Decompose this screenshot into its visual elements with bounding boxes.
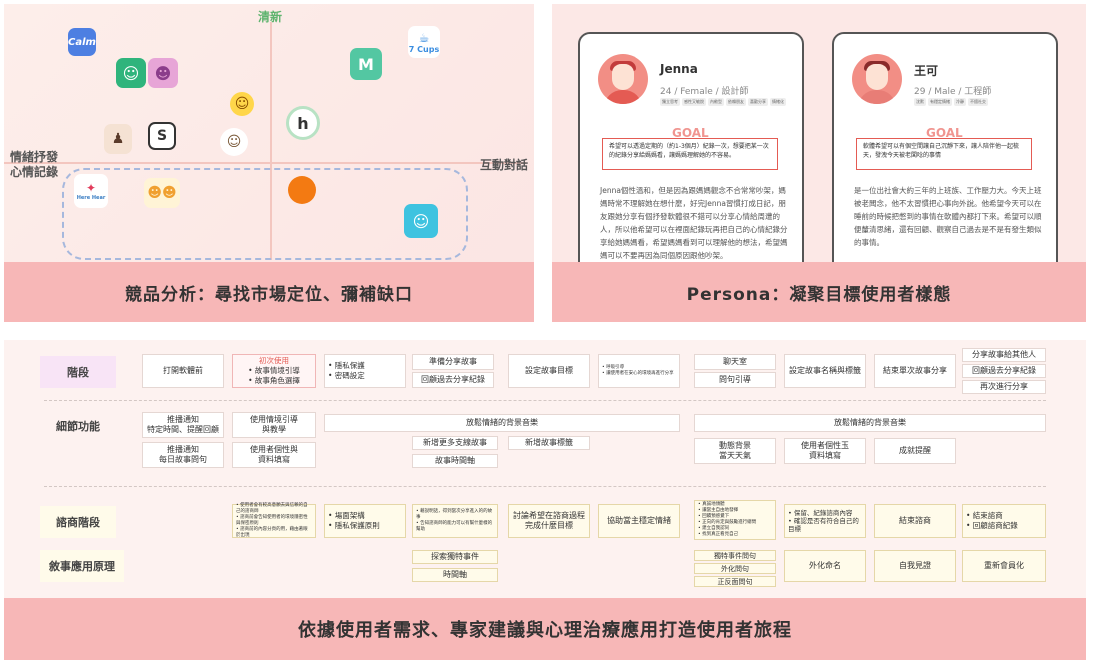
stage-questions: 問句引導 — [694, 372, 776, 388]
detail-guide-teach: 使用情境引導 與教學 — [232, 412, 316, 438]
persona-description: Jenna個性溫和，但是因為跟媽媽觀念不合常常吵架，媽媽時常不理解她在想什麼，好… — [600, 186, 788, 260]
row-label-narrative: 敘事應用原理 — [40, 550, 124, 582]
first-use-items: • 故事情境引導 • 故事角色選擇 — [248, 366, 300, 385]
persona-name: 王可 — [914, 64, 939, 78]
detail-achievement: 成就提醒 — [874, 438, 956, 464]
tag: 內斂型 — [708, 98, 724, 106]
detail-timeline: 故事時間軸 — [412, 454, 498, 468]
axis-label-top: 清新 — [258, 10, 283, 24]
consult-c2: • 場面架構 • 隱私保護原則 — [324, 504, 406, 538]
stage-chatroom: 聊天室 — [694, 354, 776, 370]
consult-c5: 協助當主穩定情緒 — [598, 504, 680, 538]
stage-guide: • 呼吸引導 • 讓使用者在安心的環境再進行分享 — [598, 354, 680, 388]
persona-tags: 沈默 有穩定情緒 冷靜 不擅社交 — [914, 98, 1050, 106]
consult-c3: • 藉說明話，得到當次分享進入的的故事 • 告知諮商師的能力可以有幫什麼樣的幫助 — [412, 504, 498, 538]
detail-more-stories: 新增更多支線故事 — [412, 436, 498, 450]
7cups-icon: ☕ 7 Cups — [408, 26, 440, 58]
persona-card-wangke: 王可 29 / Male / 工程師 沈默 有穩定情緒 冷靜 不擅社交 GOAL… — [832, 32, 1058, 292]
consult-c4: 討論希望在諮商過程完成什麼目標 — [508, 504, 590, 538]
tag: 冷靜 — [954, 98, 966, 106]
persona-meta: 24 / Female / 設計師 — [660, 87, 749, 97]
stage-set-goal: 設定故事目標 — [508, 354, 590, 388]
stage-prepare-share: 準備分享故事 — [412, 354, 494, 370]
competitor-banner: 競品分析：尋找市場定位、彌補缺口 — [4, 262, 534, 322]
divider — [44, 486, 1046, 487]
goal-text: 軟體希望可以有個空間讓自己沉靜下來，讓人陪伴他一起梳天，發洩今天被老闆唸的事情 — [856, 138, 1032, 170]
stage-first-use: 初次使用 • 故事情境引導 • 故事角色選擇 — [232, 354, 316, 388]
stage-share-others: 分享故事給其他人 — [962, 348, 1046, 362]
detail-bg-music2: 放鬆情緒的背景音樂 — [694, 414, 1046, 432]
journey-banner: 依據使用者需求、專家建議與心理治療應用打造使用者旅程 — [4, 598, 1086, 660]
narrative-self-see: 自我見證 — [874, 550, 956, 582]
tag: 沈默 — [914, 98, 926, 106]
narrative-externalize-q: 外化問句 — [694, 563, 776, 574]
narrative-re-member: 重新會員化 — [962, 550, 1046, 582]
divider — [44, 400, 1046, 401]
detail-personal-jade: 使用者個性玉 資料填寫 — [784, 438, 866, 464]
stage-name-story: 設定故事名稱與標籤 — [784, 354, 866, 388]
narrative-unique-q: 獨特事件問句 — [694, 550, 776, 561]
persona-card-jenna: Jenna 24 / Female / 設計師 獨立思考 感性又敏銳 內斂型 依… — [578, 32, 804, 292]
stage-review-share: 回顧過去分享紀錄 — [412, 372, 494, 388]
row-label-consult: 諮商階段 — [40, 506, 116, 538]
h-app-icon: h — [286, 106, 320, 140]
persona-name: Jenna — [660, 62, 698, 76]
stage-privacy: • 隱私保護 • 密碼設定 — [324, 354, 406, 388]
consult-c8: 結束諮商 — [874, 504, 956, 538]
tag: 有穩定情緒 — [928, 98, 952, 106]
tag: 感性又敏銳 — [682, 98, 706, 106]
tag: 喜歡分享 — [748, 98, 768, 106]
detail-dynamic-bg: 動態背景 當天天氣 — [694, 438, 776, 464]
goal-text: 希望可以透過定期的（約1-3個月）紀錄一次，想要把某一次的紀錄分享給媽媽看，讓媽… — [602, 138, 778, 170]
narrative-timeline: 時間軸 — [412, 568, 498, 582]
axis-label-left: 情緒抒發 心情記錄 — [10, 150, 59, 179]
s-app-icon: S — [148, 122, 176, 150]
orange-circle-icon — [288, 176, 316, 204]
competitor-analysis-panel: 清新 情緒抒發 心情記錄 互動對話 Calm ☕ 7 Cups M ☺ ☻ ☺ h … — [4, 4, 534, 322]
stage-share-again: 再次進行分享 — [962, 380, 1046, 394]
persona-description: 是一位出社會大約三年的上班族、工作壓力大。今天上班被老闆念，他不太習慣把心事向外… — [854, 186, 1042, 247]
journey-map-panel: 階段 細節功能 諮商階段 敘事應用原理 打開軟體前 初次使用 • 故事情境引導 … — [4, 340, 1086, 660]
consult-c7: • 保留、紀錄諮商內容 • 確認是否有符合自己的目標 — [784, 504, 866, 538]
smile-icon: ☺ — [230, 92, 254, 116]
consult-c9: • 結束諮商 • 回顧諮商紀錄 — [962, 504, 1046, 538]
tag: 情緒化 — [770, 98, 786, 106]
m-app-icon: M — [350, 48, 382, 80]
grandma-icon: ☺ — [220, 128, 248, 156]
here-hear-icon: ✦ Here Hear — [74, 174, 108, 208]
persona-tags: 獨立思考 感性又敏銳 內斂型 依賴朋友 喜歡分享 情緒化 — [660, 98, 796, 106]
horizontal-axis — [4, 162, 526, 164]
row-label-detail: 細節功能 — [56, 420, 100, 433]
tag: 不擅社交 — [968, 98, 988, 106]
calm-icon: Calm — [68, 28, 96, 56]
narrative-externalize-name: 外化命名 — [784, 550, 866, 582]
first-use-title: 初次使用 — [259, 356, 289, 365]
green-face-icon: ☺ — [116, 58, 146, 88]
detail-bg-music1: 放鬆情緒的背景音樂 — [324, 414, 680, 432]
persona-meta: 29 / Male / 工程師 — [914, 87, 992, 97]
tag: 獨立思考 — [660, 98, 680, 106]
avatar — [598, 54, 648, 104]
narrative-action-q: 正反面問句 — [694, 576, 776, 587]
persona-banner: Persona：凝聚目標使用者樣態 — [552, 262, 1086, 322]
consult-c6: • 真誠地傾聽 • 讓當主自由地發揮 • 回饋預感覺下 • 正向的肯定與鼓勵進行… — [694, 500, 776, 540]
bot-face-icon: ☺ — [404, 204, 438, 238]
stage-end-share: 結束單次故事分享 — [874, 354, 956, 388]
detail-story-tag: 新增故事標籤 — [508, 436, 590, 450]
stage-open-app: 打開軟體前 — [142, 354, 224, 388]
row-label-stage: 階段 — [40, 356, 116, 388]
detail-notify1: 推播通知 特定時間、提醒回顧 — [142, 412, 224, 438]
persona-panel: Jenna 24 / Female / 設計師 獨立思考 感性又敏銳 內斂型 依… — [552, 4, 1086, 322]
consult-c1: • 使用者會有較高意願去與信賴的自己的諮商師 • 諮商前會告知使用者的環境隱密性… — [232, 503, 316, 538]
detail-notify2: 推播通知 每日故事問句 — [142, 442, 224, 468]
stage-review-record: 回顧過去分享紀錄 — [962, 364, 1046, 378]
group-faces-icon: ☻☻ — [144, 178, 180, 208]
tag: 依賴朋友 — [726, 98, 746, 106]
axis-label-right: 互動對話 — [480, 158, 529, 172]
detail-personal-info: 使用者個性與 資料填寫 — [232, 442, 316, 468]
person-icon: ♟ — [104, 124, 132, 154]
avatar — [852, 54, 902, 104]
purple-face-icon: ☻ — [148, 58, 178, 88]
narrative-explore: 探索獨特事件 — [412, 550, 498, 564]
